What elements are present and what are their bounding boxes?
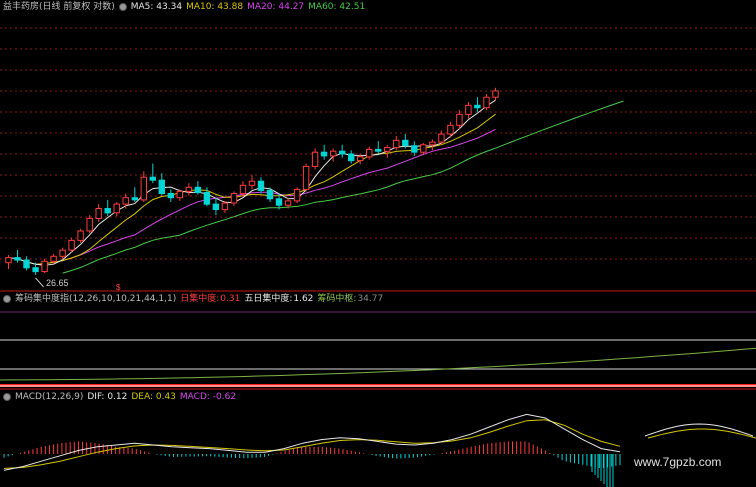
watermark: www.7gpzb.com: [634, 455, 722, 469]
candle-body: [429, 141, 436, 146]
daily-concentration-label: 日集中度:: [180, 294, 220, 304]
ma10-label: MA10: 43.88: [186, 2, 244, 12]
candle-body: [366, 148, 373, 158]
main-legend: 益丰药房(日线 前复权 对数) MA5: 43.34 MA10: 43.88 M…: [0, 0, 365, 14]
candle-body: [32, 267, 39, 273]
dea-line-tail: [647, 428, 756, 439]
ma60-line-extension: [495, 100, 624, 149]
candle-body: [194, 186, 202, 194]
dea-line: [3, 419, 621, 469]
ma20-label: MA20: 44.27: [247, 2, 305, 12]
candle-body: [122, 197, 129, 205]
candle-body: [230, 193, 238, 204]
daily-concentration-value: 0.31: [220, 294, 241, 304]
candle-body: [248, 180, 256, 186]
candle-body: [239, 184, 247, 195]
ma60-line: [62, 147, 496, 274]
chip-legend: 筹码集中度指(12,26,10,10,21,44,1,1) 日集中度: 0.31 …: [0, 292, 383, 306]
candle-body: [357, 156, 364, 162]
candle-body: [275, 198, 283, 206]
candle-body: [330, 150, 337, 157]
candle-body: [465, 104, 472, 115]
chip-center-curve: [0, 347, 756, 381]
chip-title[interactable]: 筹码集中度指(12,26,10,10,21,44,1,1): [15, 292, 176, 306]
chip-panel[interactable]: [0, 306, 756, 390]
candle-body: [212, 203, 220, 211]
candle-body: [14, 257, 21, 261]
macd-chart[interactable]: [0, 404, 756, 487]
candle-body: [474, 104, 481, 109]
candle-body: [257, 180, 265, 191]
macd-panel[interactable]: [0, 404, 756, 487]
candle-body: [176, 190, 184, 199]
low-price-label: 26.65: [46, 278, 69, 288]
candle-body: [23, 259, 30, 269]
candle-body: [483, 96, 490, 109]
candle-body: [149, 176, 157, 181]
candle-body: [348, 153, 355, 162]
candle-body: [50, 255, 57, 262]
dif-line: [3, 413, 621, 471]
candle-body: [284, 200, 292, 206]
kline-chart[interactable]: [0, 14, 756, 292]
candle-body: [339, 150, 346, 155]
dea-label: DEA: 0.43: [131, 392, 176, 402]
candle-body: [393, 139, 400, 149]
candle-body: [266, 189, 274, 200]
candle-body: [293, 188, 301, 202]
ma5-label: MA5: 43.34: [130, 2, 183, 12]
ma60-label: MA60: 42.51: [308, 2, 366, 12]
candle-body: [158, 179, 166, 194]
settings-icon[interactable]: [3, 295, 11, 303]
five-day-concentration-value: 1.62: [293, 294, 314, 304]
candle-body: [456, 113, 463, 126]
stock-title[interactable]: 益丰药房(日线 前复权 对数): [3, 0, 115, 14]
candle-body: [104, 208, 111, 214]
candle-body: [402, 139, 409, 147]
candle-body: [320, 151, 328, 157]
macd-value-label: MACD: -0.62: [179, 392, 237, 402]
candle-body: [311, 151, 319, 167]
candle-body: [420, 144, 427, 153]
macd-title[interactable]: MACD(12,26,9): [15, 390, 83, 404]
candle-body: [5, 257, 12, 264]
candle-body: [95, 208, 102, 219]
macd-legend: MACD(12,26,9) DIF: 0.12 DEA: 0.43 MACD: …: [0, 390, 236, 404]
low-marker-line: [35, 277, 44, 288]
candle-body: [375, 148, 382, 152]
five-day-concentration-label: 五日集中度:: [244, 294, 293, 304]
dif-label: DIF: 0.12: [87, 392, 128, 402]
candle-body: [411, 145, 418, 153]
settings-icon[interactable]: [3, 393, 11, 401]
candle-body: [113, 203, 120, 214]
candle-body: [131, 197, 139, 201]
chip-center-value: 34.77: [357, 294, 384, 304]
candle-body: [302, 165, 310, 190]
candle-body: [140, 176, 148, 201]
candle-body: [167, 193, 175, 199]
candle-body: [185, 186, 193, 192]
chip-chart[interactable]: [0, 306, 756, 390]
settings-icon[interactable]: [118, 3, 127, 11]
candle-body: [438, 133, 445, 143]
candle-body: [86, 217, 93, 232]
candle-body: [492, 90, 499, 98]
signal-marker: $: [116, 283, 121, 292]
candle-body: [41, 260, 48, 273]
candle-body: [77, 230, 84, 241]
chip-center-label: 筹码中枢:: [317, 294, 357, 304]
candle-body: [59, 249, 66, 257]
candle-body: [68, 239, 75, 251]
candle-body: [221, 202, 229, 211]
candle-body: [384, 147, 391, 152]
candle-body: [447, 124, 454, 135]
kline-panel[interactable]: [0, 14, 756, 292]
candle-body: [203, 192, 211, 205]
